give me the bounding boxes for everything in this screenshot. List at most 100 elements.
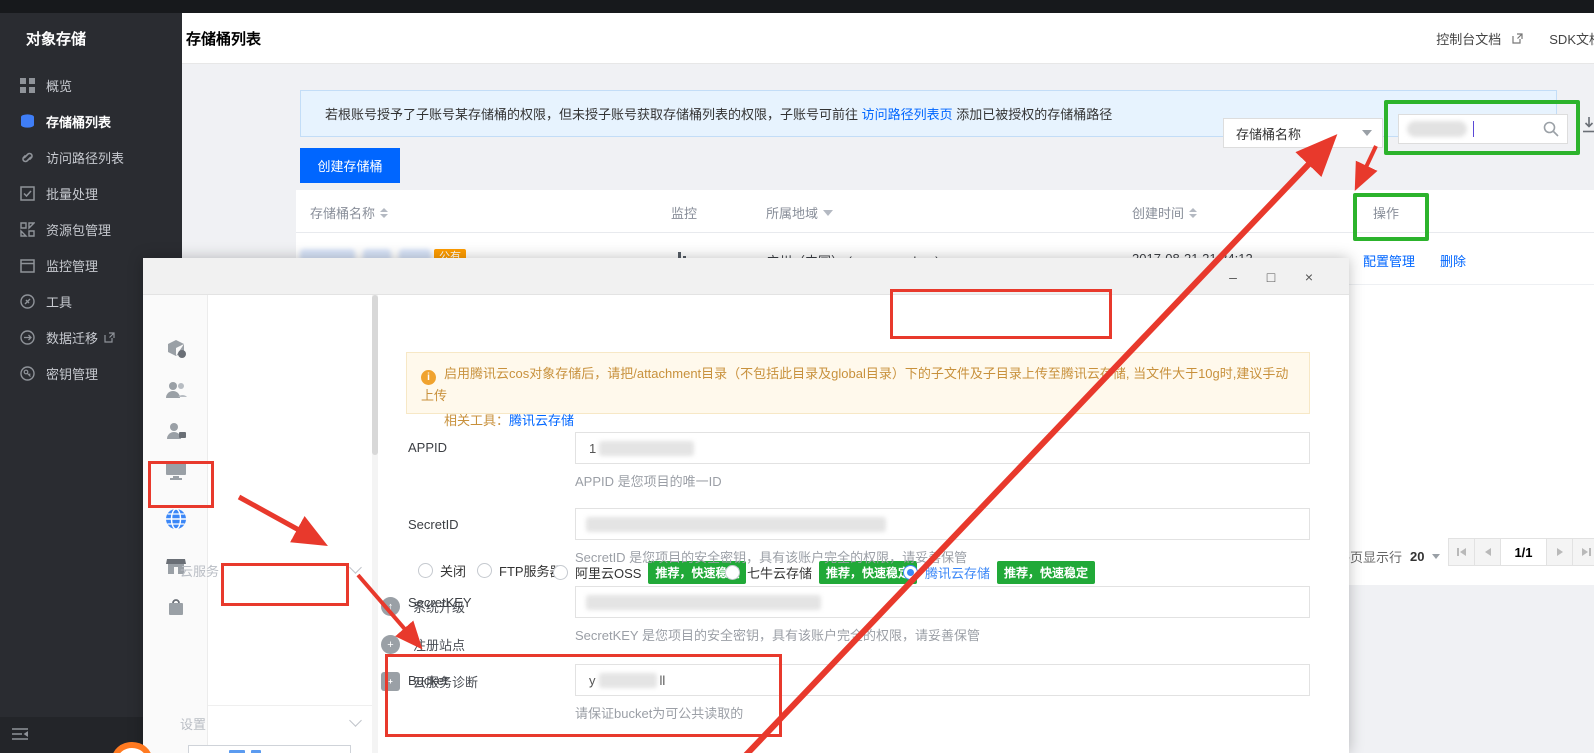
col-monitor: 监控 <box>671 203 697 222</box>
download-icon[interactable] <box>1582 117 1594 133</box>
bucket-help: 请保证bucket为可公共读取的 <box>575 703 743 722</box>
console-doc-link[interactable]: 控制台文档 <box>1436 29 1523 48</box>
radio-icon[interactable] <box>725 565 740 580</box>
page-indicator: 1/1 <box>1501 539 1547 565</box>
header-links: 控制台文档 SDK文档 <box>1436 29 1594 48</box>
menu-group-settings[interactable]: 设置 <box>180 714 206 733</box>
register-site-icon: + <box>381 635 400 654</box>
create-bucket-button[interactable]: 创建存储桶 <box>300 148 400 183</box>
sidebar-item-batch[interactable]: 批量处理 <box>0 175 182 211</box>
search-input[interactable] <box>1398 114 1568 144</box>
user-lock-icon[interactable] <box>165 420 187 442</box>
key-manage-icon <box>20 366 35 381</box>
radio-icon[interactable] <box>418 563 433 578</box>
search-icon[interactable] <box>1543 121 1559 137</box>
page-title: 存储桶列表 <box>186 28 261 49</box>
rows-per-page[interactable]: 每页显示行 20 <box>1337 547 1440 566</box>
sidebar-collapse-icon[interactable] <box>12 727 28 741</box>
sort-icon[interactable] <box>380 208 388 218</box>
secretkey-field[interactable] <box>575 586 1310 618</box>
masked-value <box>599 673 657 688</box>
menu-group-cloud[interactable]: 云服务 <box>180 561 219 580</box>
bucket-field[interactable]: y ll <box>575 664 1310 696</box>
chevron-down-icon <box>1362 130 1372 136</box>
tencent-cos-tool-link[interactable]: 腾讯云存储 <box>509 413 574 428</box>
col-region[interactable]: 所属地域 <box>766 203 833 222</box>
overview-grid-icon <box>20 78 35 93</box>
close-icon[interactable]: × <box>1299 267 1319 287</box>
col-bucket-name[interactable]: 存储桶名称 <box>310 203 388 222</box>
sidebar-item-overview[interactable]: 概览 <box>0 67 182 103</box>
col-created[interactable]: 创建时间 <box>1132 203 1197 222</box>
masked-value <box>599 441 694 456</box>
dialog-titlebar[interactable]: – □ × <box>143 258 1349 295</box>
last-page-button[interactable] <box>1573 539 1594 565</box>
diagnosis-icon: + <box>381 672 400 691</box>
appid-help: APPID 是您项目的唯一ID <box>575 471 722 490</box>
filter-type-select[interactable]: 存储桶名称 <box>1223 118 1383 148</box>
globe-icon[interactable] <box>165 508 187 530</box>
col-actions: 操作 <box>1373 203 1399 222</box>
radio-selected-icon[interactable] <box>903 565 918 580</box>
prev-page-button[interactable] <box>1475 539 1501 565</box>
secretid-label: SecretID <box>408 517 459 532</box>
masked-value <box>586 595 821 610</box>
sort-icon[interactable] <box>1189 208 1197 218</box>
secretkey-label: SecretKEY <box>408 595 472 610</box>
dialog-scrollbar[interactable] <box>372 295 378 753</box>
secretkey-help: SecretKEY 是您项目的安全密钥，具有该账户完全的权限，请妥善保管 <box>575 625 980 644</box>
external-link-icon <box>104 332 115 343</box>
window-top-strip <box>0 0 1594 13</box>
delete-link[interactable]: 删除 <box>1440 251 1466 270</box>
attachment-settings-dialog: – □ × 云服务 ↑ 系统升级 + 注册站点 + 云服务诊断 设置 站点设置 … <box>143 258 1349 753</box>
secretid-field[interactable] <box>575 508 1310 540</box>
radio-icon[interactable] <box>477 563 492 578</box>
menu-divider <box>208 705 377 706</box>
sdk-doc-link[interactable]: SDK文档 <box>1549 29 1594 48</box>
filter-icon[interactable] <box>823 210 833 216</box>
batch-icon <box>20 186 35 201</box>
access-path-icon <box>20 150 35 165</box>
monitor-icon[interactable] <box>165 459 187 481</box>
cos-warning-box: i启用腾讯云cos对象存储后，请把/attachment目录（不包括此目录及gl… <box>406 352 1310 414</box>
access-path-page-link[interactable]: 访问路径列表页 <box>862 104 953 123</box>
info-icon: i <box>421 370 436 385</box>
dialog-menu <box>208 295 378 753</box>
pagination: 1/1 <box>1448 538 1594 566</box>
text-cursor <box>1473 121 1474 137</box>
appid-label: APPID <box>408 440 447 455</box>
sidebar-item-bucket-list[interactable]: 存储桶列表 <box>0 103 182 139</box>
dialog-icon-rail <box>143 295 208 753</box>
configure-link[interactable]: 配置管理 <box>1363 251 1415 270</box>
radio-option-ftp[interactable]: FTP服务器 <box>477 561 563 580</box>
tools-icon <box>20 294 35 309</box>
masked-search-text <box>1407 121 1467 137</box>
minimize-button[interactable]: – <box>1223 267 1243 287</box>
masked-value <box>586 517 886 532</box>
monitor-manage-icon <box>20 258 35 273</box>
next-page-button[interactable] <box>1547 539 1573 565</box>
sidebar-title: 对象存储 <box>0 13 182 67</box>
users-icon[interactable] <box>165 379 187 401</box>
red-arrow-to-actions <box>1359 146 1376 182</box>
radio-option-close[interactable]: 关闭 <box>418 561 466 580</box>
resource-pack-icon <box>20 222 35 237</box>
table-header-row: 存储桶名称 监控 所属地域 创建时间 操作 <box>296 190 1594 233</box>
secretid-help: SecretID 是您项目的安全密钥，具有该账户完全的权限，请妥善保管 <box>575 547 967 566</box>
cloud-package-icon[interactable] <box>165 337 187 359</box>
app-header: 存储桶列表 控制台文档 SDK文档 <box>182 13 1594 64</box>
data-migration-icon <box>20 330 35 345</box>
bucket-label: Bucket <box>408 673 448 688</box>
radio-icon[interactable] <box>553 565 568 580</box>
cutoff-popup-fragment <box>188 745 351 753</box>
recommend-badge: 推荐，快速稳定 <box>997 561 1095 584</box>
menu-item-register-site[interactable]: + 注册站点 <box>381 635 465 654</box>
bag-icon[interactable] <box>165 595 187 617</box>
chevron-down-icon <box>1432 554 1440 559</box>
appid-field[interactable]: 1 <box>575 432 1310 464</box>
sidebar-item-resource-pack[interactable]: 资源包管理 <box>0 211 182 247</box>
bucket-list-icon <box>20 114 35 129</box>
sidebar-item-access-path[interactable]: 访问路径列表 <box>0 139 182 175</box>
first-page-button[interactable] <box>1449 539 1475 565</box>
maximize-button[interactable]: □ <box>1261 267 1281 287</box>
